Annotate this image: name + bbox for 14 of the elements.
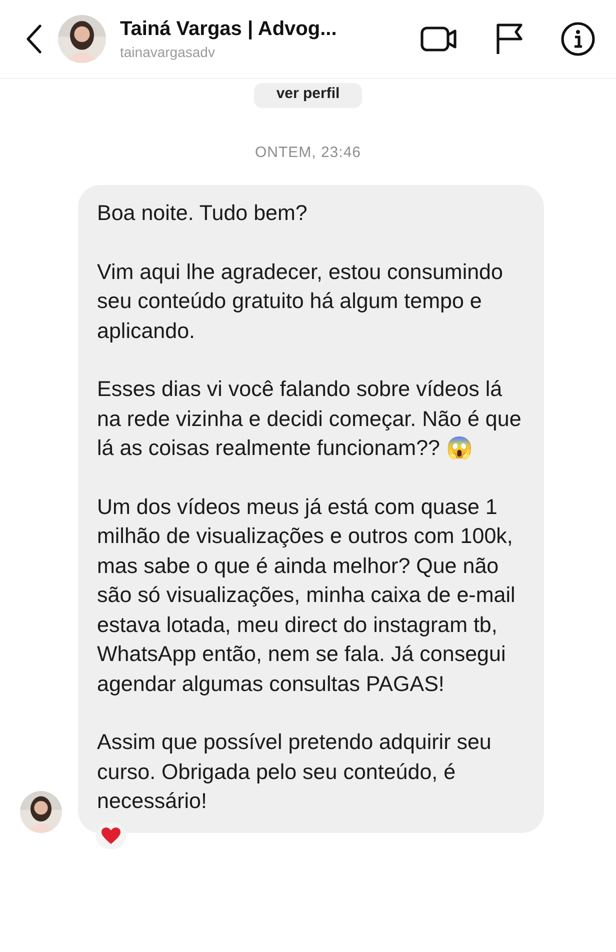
message-text: Vim aqui lhe agradecer, estou consumindo seu conteúdo gratuito há algum tempo e aplicando. (97, 258, 504, 344)
info-icon[interactable] (560, 21, 596, 57)
message-text: Esses dias vi você falando sobre vídeos lá na rede vizinha e decidi começar. Não é que lá as coisas realmente funcionam?? 😱 (97, 376, 522, 462)
video-call-icon[interactable] (420, 24, 458, 54)
contact-username: tainavargasadv (120, 44, 216, 60)
flag-icon[interactable] (494, 22, 524, 56)
view-profile-button[interactable]: ver perfil (254, 83, 362, 108)
message-text: Um dos vídeos meus já está com quase 1 milhão de visualizações e outros com 100k, mas sabe o que é ainda melhor? Que não são só visualizações, minha caixa de e-mail estava lotada, meu direct do instagram tb, WhatsApp então, nem se fala. Já consegui agendar algumas consultas PAGAS! (97, 494, 516, 698)
contact-name: Tainá Vargas | Advog... (120, 18, 338, 41)
timestamp: ONTEM, 23:46 (254, 144, 362, 161)
message-text: Boa noite. Tudo bem? (97, 200, 308, 227)
heart-icon (101, 826, 121, 844)
back-button[interactable] (24, 23, 44, 55)
message-text: Assim que possível pretendo adquirir seu curso. Obrigada pelo seu conteúdo, é necessário! (97, 729, 492, 815)
